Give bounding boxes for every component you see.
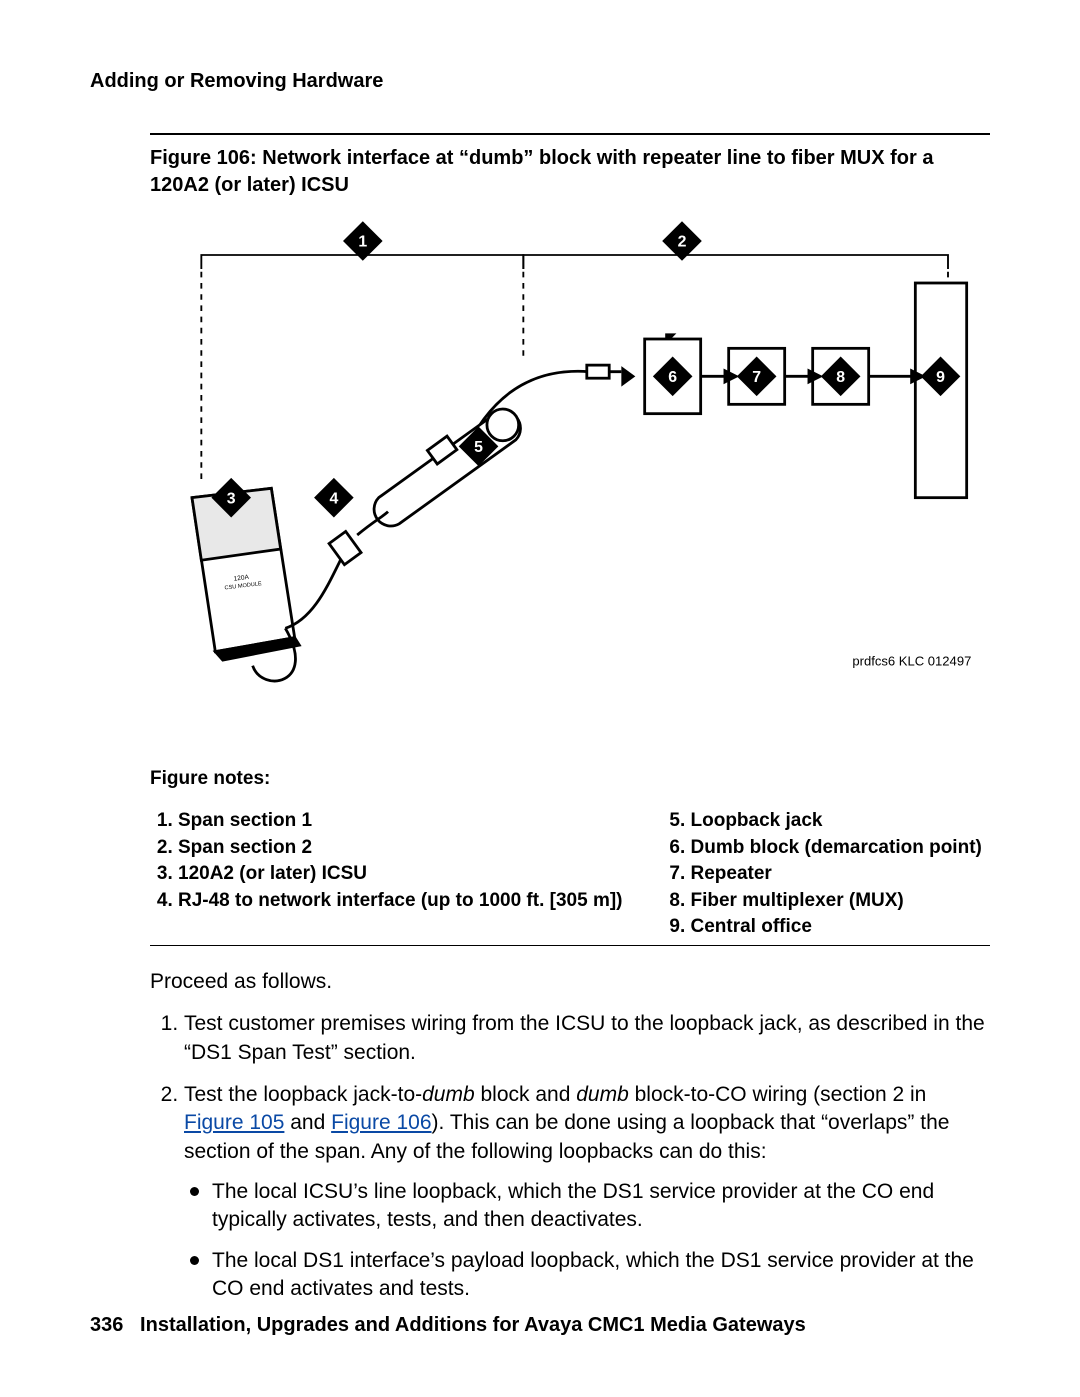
figure-note: Span section 1 — [178, 808, 623, 835]
figure-note: 120A2 (or later) ICSU — [178, 861, 623, 888]
text-italic: dumb — [576, 1083, 629, 1106]
figure-note: Loopback jack — [691, 808, 982, 835]
page-footer: 336 Installation, Upgrades and Additions… — [90, 1314, 806, 1337]
svg-text:9: 9 — [936, 369, 945, 386]
svg-text:5: 5 — [474, 439, 483, 456]
figure-note: Fiber multiplexer (MUX) — [691, 888, 982, 915]
procedure-step-1: Test customer premises wiring from the I… — [184, 1010, 990, 1067]
figure-note: Span section 2 — [178, 835, 623, 862]
figure-note: Repeater — [691, 861, 982, 888]
loopback-option: The local DS1 interface’s payload loopba… — [212, 1247, 990, 1304]
body-intro: Proceed as follows. — [150, 968, 990, 996]
figure-notes-columns: Span section 1 Span section 2 120A2 (or … — [150, 808, 990, 941]
page-number: 336 — [90, 1314, 123, 1336]
figure-rule-top — [150, 133, 990, 135]
figure-notes-left: Span section 1 Span section 2 120A2 (or … — [150, 808, 623, 941]
figure-note: Dumb block (demarcation point) — [691, 835, 982, 862]
svg-text:8: 8 — [836, 369, 845, 386]
link-figure-105[interactable]: Figure 105 — [184, 1111, 284, 1134]
figure-notes-right: Loopback jack Dumb block (demarcation po… — [663, 808, 982, 941]
text: block and — [475, 1083, 577, 1106]
page: Adding or Removing Hardware Figure 106: … — [0, 0, 1080, 1397]
running-header: Adding or Removing Hardware — [90, 70, 990, 93]
footer-title: Installation, Upgrades and Additions for… — [140, 1314, 806, 1336]
figure-rule-bottom — [150, 945, 990, 946]
svg-text:4: 4 — [329, 490, 338, 507]
text: and — [284, 1111, 331, 1134]
figure-note: Central office — [691, 914, 982, 941]
text: Test the loopback jack-to- — [184, 1083, 422, 1106]
text: block-to-CO wiring (section 2 in — [629, 1083, 927, 1106]
svg-text:1: 1 — [358, 234, 367, 251]
svg-text:6: 6 — [668, 369, 677, 386]
text-italic: dumb — [422, 1083, 475, 1106]
callout-4: 4 — [314, 478, 354, 518]
loopback-options: The local ICSU’s line loopback, which th… — [184, 1178, 990, 1303]
svg-text:7: 7 — [752, 369, 761, 386]
figure-diagram: 1 2 — [150, 199, 990, 759]
figure-block: Figure 106: Network interface at “dumb” … — [150, 133, 990, 946]
figure-note: RJ-48 to network interface (up to 1000 f… — [178, 888, 623, 915]
loopback-option: The local ICSU’s line loopback, which th… — [212, 1178, 990, 1235]
procedure-step-2: Test the loopback jack-to-dumb block and… — [184, 1081, 990, 1303]
figure-caption: Figure 106: Network interface at “dumb” … — [150, 145, 990, 199]
figure-attribution: prdfcs6 KLC 012497 — [852, 654, 971, 669]
link-figure-106[interactable]: Figure 106 — [331, 1111, 431, 1134]
procedure-list: Test customer premises wiring from the I… — [150, 1010, 990, 1303]
svg-text:3: 3 — [227, 490, 236, 507]
svg-text:2: 2 — [678, 234, 687, 251]
figure-notes-label: Figure notes: — [150, 768, 990, 790]
